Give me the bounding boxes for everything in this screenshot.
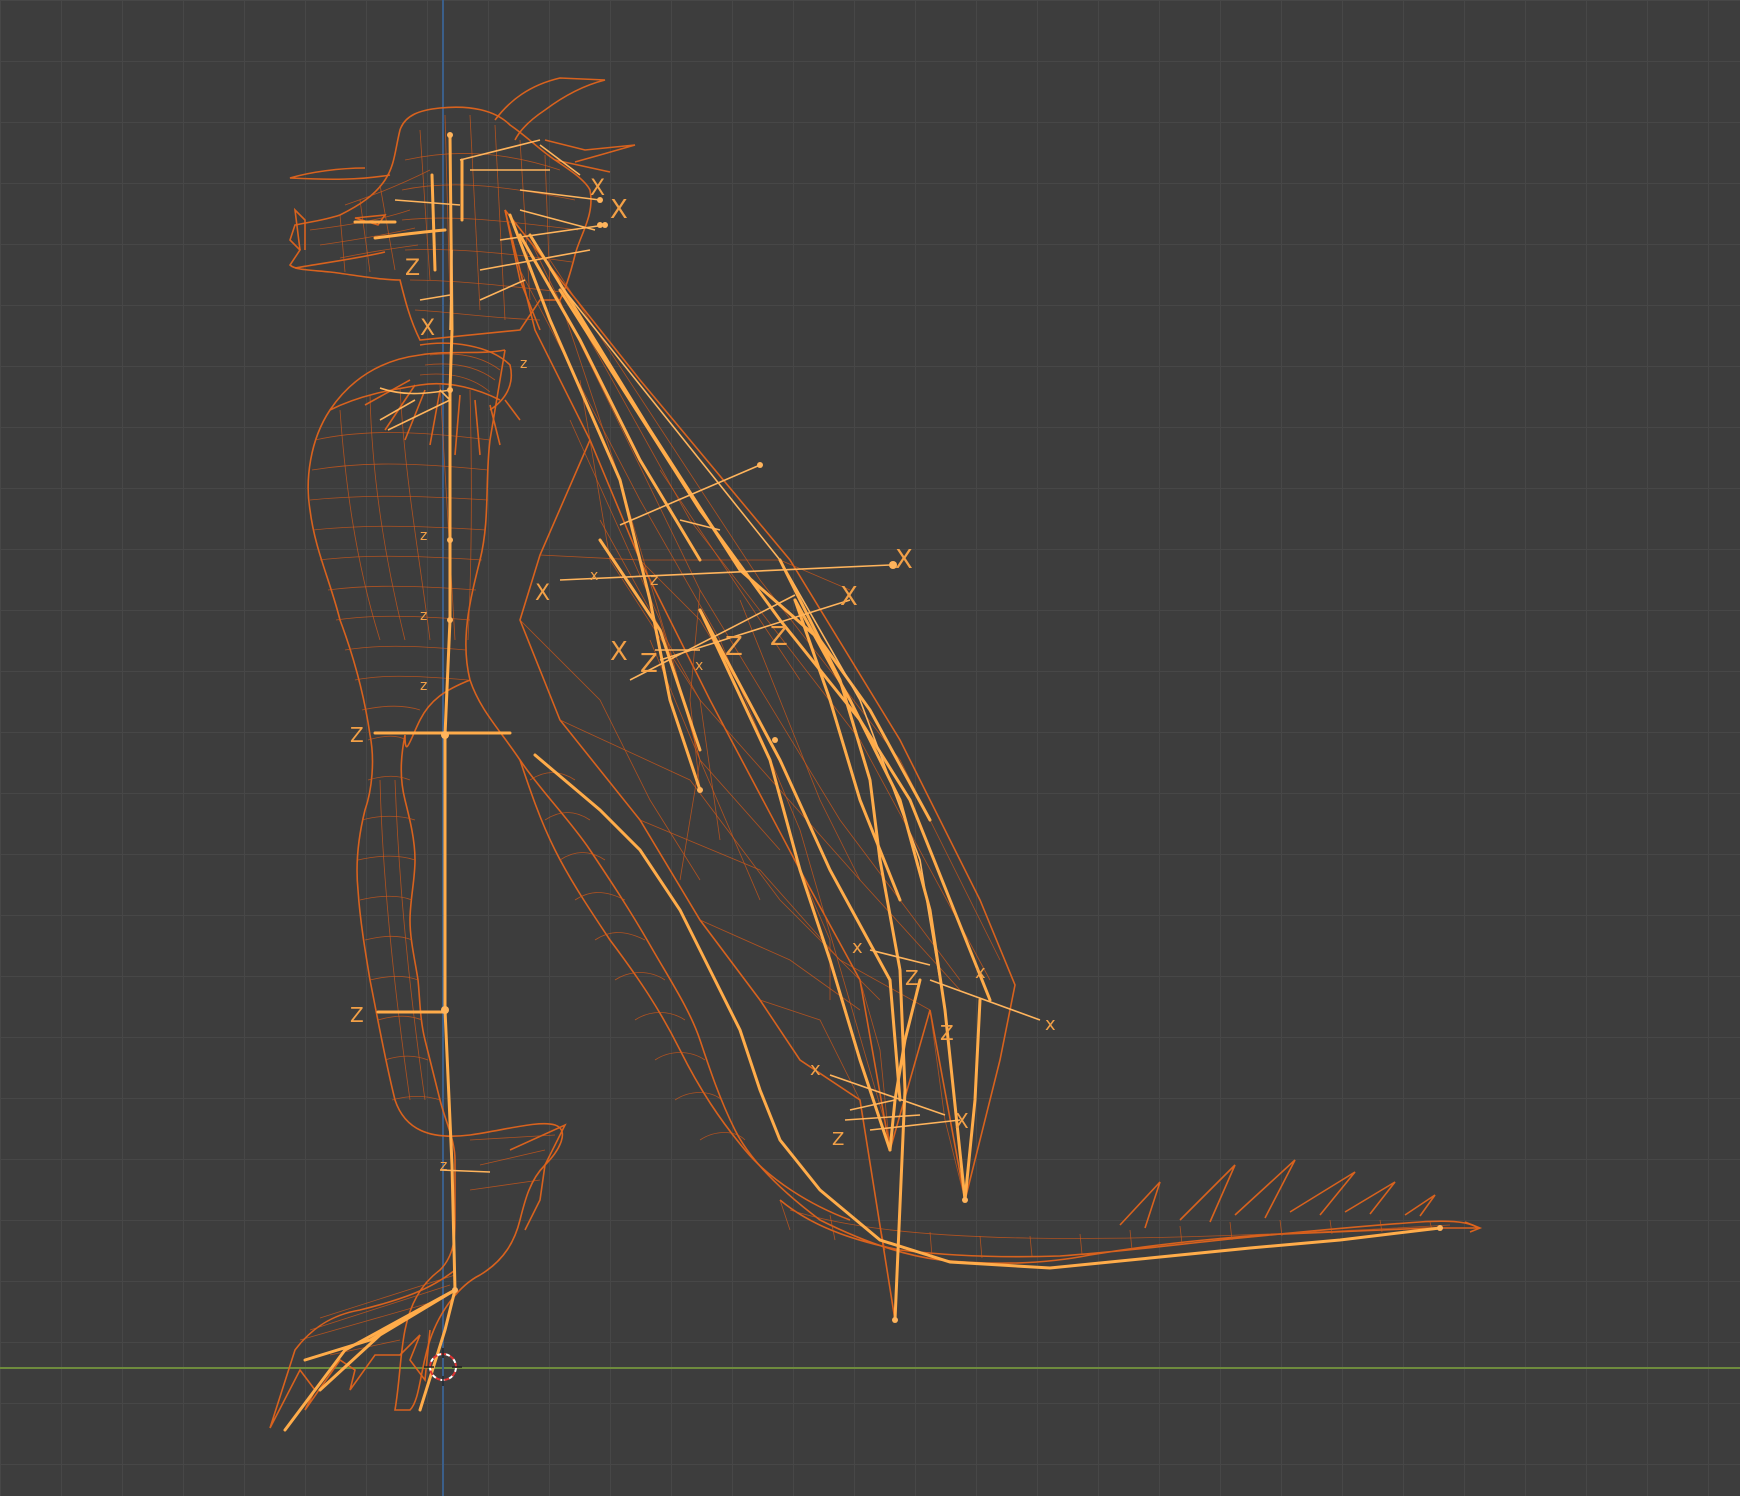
axis-x-label: x [1045,1014,1056,1035]
axis-z-label: Z [940,1021,954,1045]
axis-x-label: X [610,637,628,667]
axis-z-label: z [440,1158,447,1174]
axis-x-label: x [852,937,863,958]
bone-joints [441,132,1443,1323]
axis-x-label: x [695,658,703,674]
axis-x-label: X [840,582,858,612]
axis-x-label: X [535,581,550,606]
axis-z-label: z [650,570,658,589]
axis-x-label: x [590,568,598,584]
bone-axis-labels: X X X Z X X X X Z Z Z Z Z x x x Z Z x X … [350,176,1056,1174]
axis-z-label: Z [770,622,788,652]
axis-x-label: X [895,545,913,575]
wing-membrane[interactable] [504,209,1016,1321]
axis-z-label: Z [640,649,658,679]
3d-viewport[interactable]: X X X Z X X X X Z Z Z Z Z x x x Z Z x X … [0,0,1740,1496]
axis-x-label: x [975,962,986,983]
axis-z-label: Z [350,723,364,747]
axis-x-label: X [955,1109,969,1133]
axis-x-label: X [590,176,605,201]
axis-z-label: Z [905,966,919,990]
axis-x-label: X [610,195,628,225]
dragon-wireframe-model[interactable]: X X X Z X X X X Z Z Z Z Z x x x Z Z x X … [0,0,1740,1496]
axis-z-label: Z [405,256,420,281]
feet-mesh[interactable] [269,1123,567,1429]
axis-x-label: x [810,1059,821,1080]
axis-z-label: z [420,608,427,624]
axis-z-label: z [420,528,427,544]
axis-z-label: z [420,678,427,694]
axis-z-label: Z [725,632,743,662]
axis-z-label: z [520,356,527,372]
axis-z-label: Z [350,1003,364,1027]
axis-z-label: Z [832,1129,844,1150]
axis-x-label: X [420,316,435,341]
